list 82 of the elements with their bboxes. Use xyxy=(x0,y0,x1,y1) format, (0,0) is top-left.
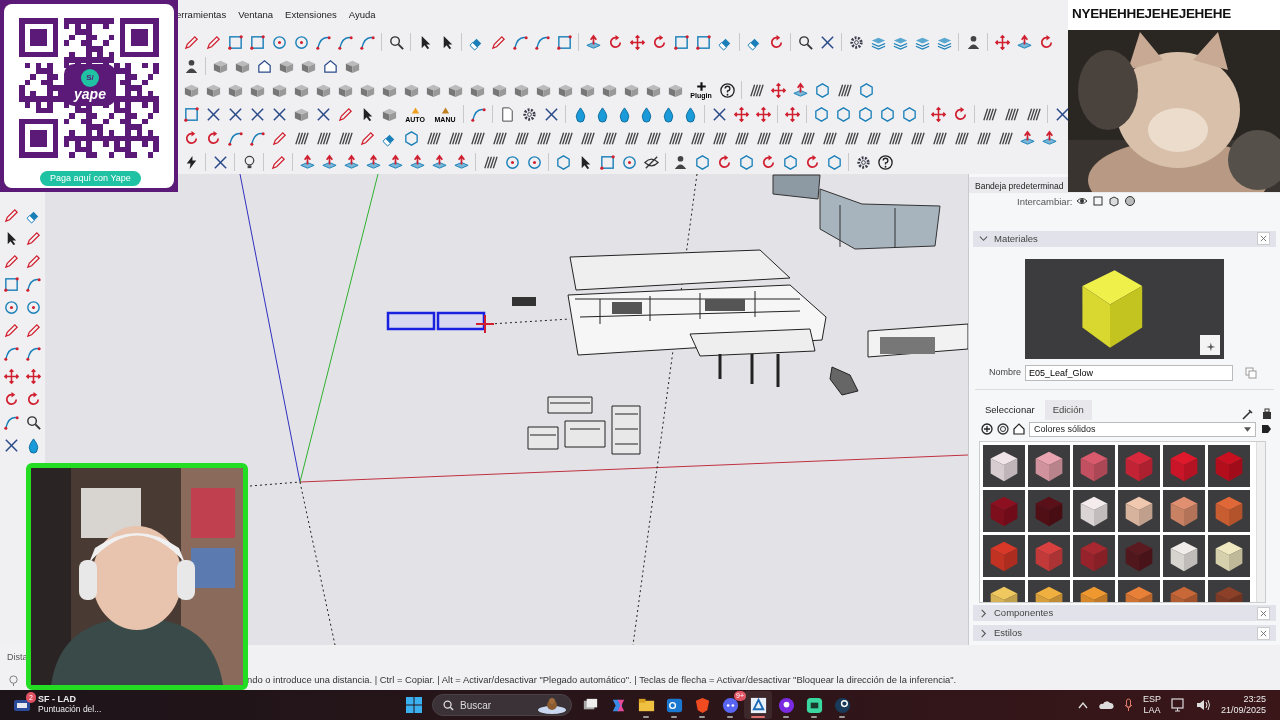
close-icon xyxy=(1260,235,1267,243)
caret-icon xyxy=(979,234,988,244)
panel-header[interactable]: Componentes xyxy=(973,605,1276,622)
material-swatch[interactable] xyxy=(1073,444,1115,487)
steam-icon xyxy=(832,695,852,715)
material-swatch[interactable] xyxy=(1118,444,1160,487)
triangle-icon xyxy=(409,105,421,116)
name-field[interactable]: E05_Leaf_Glow xyxy=(1025,364,1233,381)
material-swatch[interactable] xyxy=(1208,444,1250,487)
overlay-caption: NYEHEHHEJEHEJEHEHE xyxy=(1071,5,1232,23)
language-indicator[interactable]: ESP LAA xyxy=(1142,694,1161,716)
close-icon xyxy=(1260,609,1267,617)
status-hint: ndo o introduce una distancia. | Ctrl = Copiar. | Alt = Activar/desactivar "Plegado automático". | Teclas de flecha = Activar/desactivar "Bloquear la dirección de la inferencia". xyxy=(247,672,957,687)
field-label: Nombre xyxy=(989,366,1021,380)
material-swatch[interactable] xyxy=(1028,489,1070,532)
four-squares-icon xyxy=(405,696,423,714)
details-icon[interactable] xyxy=(1260,423,1272,436)
brand-logo: yape xyxy=(74,87,106,101)
frame-icon[interactable] xyxy=(1092,195,1105,208)
material-swatch[interactable] xyxy=(983,489,1025,532)
search-icon xyxy=(443,699,454,711)
material-swatch[interactable] xyxy=(1073,489,1115,532)
home-icon[interactable] xyxy=(1013,423,1025,436)
material-swatch[interactable] xyxy=(983,444,1025,487)
material-swatch[interactable] xyxy=(1163,489,1205,532)
notification-title: SF - LAD xyxy=(38,695,77,705)
library-dropdown[interactable]: Colores sólidos xyxy=(1029,421,1256,437)
close-button[interactable] xyxy=(1257,606,1270,620)
sparkle-button[interactable] xyxy=(1200,334,1220,355)
material-swatch[interactable] xyxy=(1028,534,1070,577)
menu-item[interactable]: Ventana xyxy=(238,7,274,23)
panel-title: Estilos xyxy=(994,626,1023,641)
clock[interactable]: 23:25 21/09/2025 xyxy=(1220,694,1266,716)
panel-title: Materiales xyxy=(994,231,1039,246)
modeling-viewport[interactable] xyxy=(45,174,968,645)
scrollbar[interactable] xyxy=(1256,441,1265,602)
menu-item[interactable]: Ayuda xyxy=(348,7,376,23)
monitor-icon[interactable] xyxy=(1170,698,1186,712)
panel-header[interactable]: Estilos xyxy=(973,625,1276,642)
selected-object-drawing[interactable] xyxy=(386,311,486,331)
triangle-icon xyxy=(439,105,451,116)
copy-icon xyxy=(1245,366,1257,379)
panel-title: Componentes xyxy=(994,606,1055,621)
add-icon[interactable] xyxy=(981,423,993,436)
play-circle-icon xyxy=(776,695,796,715)
menu-item[interactable]: Extensiones xyxy=(285,7,337,23)
taskbar-button[interactable] xyxy=(744,691,772,719)
caret-icon xyxy=(1244,426,1251,432)
chair-drawing xyxy=(829,366,859,396)
chevron-up-icon[interactable] xyxy=(1077,701,1088,709)
notification-text: Puntuación del... xyxy=(38,705,102,715)
eyedropper-icon xyxy=(1242,407,1254,420)
move-cursor-icon xyxy=(475,314,495,334)
material-swatch[interactable] xyxy=(1163,534,1205,577)
sphere-icon[interactable] xyxy=(1124,195,1137,208)
search-button[interactable]: Buscar xyxy=(432,694,572,716)
modeling-app-icon xyxy=(748,695,768,715)
material-swatch[interactable] xyxy=(1118,534,1160,577)
close-icon xyxy=(1260,629,1267,637)
chat-bubble-icon xyxy=(804,695,824,715)
tab[interactable]: Edición xyxy=(1044,399,1092,420)
material-swatch[interactable] xyxy=(1073,534,1115,577)
field-label: Intercambiar: xyxy=(1017,195,1073,210)
microphone-icon[interactable] xyxy=(1123,698,1133,712)
close-button[interactable] xyxy=(1257,232,1270,246)
currency-badge: S/ xyxy=(81,69,99,87)
sphere-icon[interactable] xyxy=(997,423,1009,436)
material-swatch[interactable] xyxy=(983,534,1025,577)
location-icon xyxy=(8,674,19,686)
close-button[interactable] xyxy=(1257,626,1270,640)
material-swatch[interactable] xyxy=(1118,489,1160,532)
material-swatch[interactable] xyxy=(1028,444,1070,487)
material-swatch[interactable] xyxy=(1163,444,1205,487)
speaker-icon[interactable] xyxy=(1195,699,1211,711)
panel-header[interactable]: Materiales xyxy=(973,230,1276,247)
news-icon[interactable] xyxy=(12,697,32,713)
material-swatch[interactable] xyxy=(1208,489,1250,532)
cloud-icon[interactable] xyxy=(1097,700,1114,710)
material-swatch[interactable] xyxy=(1208,534,1250,577)
furniture-drawing xyxy=(512,297,536,306)
paint-bucket-icon xyxy=(1262,407,1272,420)
plus-icon xyxy=(695,81,707,92)
